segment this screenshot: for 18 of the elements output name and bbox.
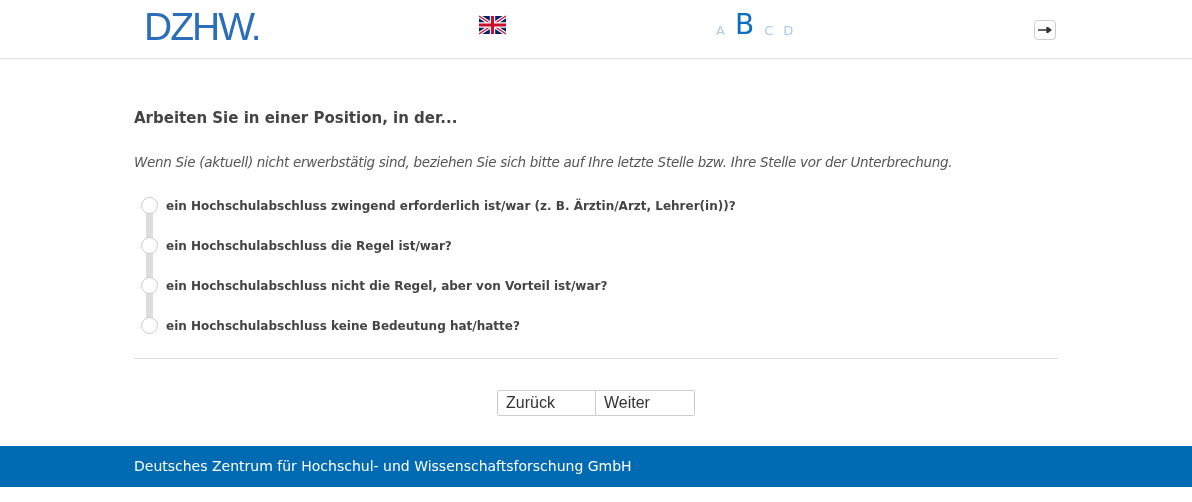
instruction-text: Wenn Sie (aktuell) nicht erwerbstätig sind, beziehen Sie sich bitte auf Ihre letzte Stelle bzw. Ihre Stelle vor der Unterbrechung. <box>134 152 954 172</box>
radio-button[interactable] <box>141 197 158 215</box>
option-label: ein Hochschulabschluss die Regel ist/war? <box>166 237 452 255</box>
radio-button[interactable] <box>141 317 158 335</box>
arrow-icon <box>1038 27 1052 33</box>
next-button[interactable]: Weiter <box>596 389 695 416</box>
radio-button[interactable] <box>141 277 158 295</box>
option-label: ein Hochschulabschluss zwingend erforderlich ist/war (z. B. Ärztin/Arzt, Lehrer(in))? <box>166 197 736 215</box>
exit-button[interactable] <box>1034 20 1056 40</box>
option-label: ein Hochschulabschluss nicht die Regel, aber von Vorteil ist/war? <box>166 277 608 295</box>
footer-text: Deutsches Zentrum für Hochschul- und Wissenschaftsforschung GmbH <box>0 445 1192 487</box>
flag-icon[interactable] <box>479 15 506 35</box>
radio-button[interactable] <box>141 237 158 255</box>
back-button[interactable]: Zurück <box>497 389 596 416</box>
version-tab[interactable]: B <box>734 10 755 40</box>
option-label: ein Hochschulabschluss keine Bedeutung hat/hatte? <box>166 317 520 335</box>
question-title: Arbeiten Sie in einer Position, in der... <box>134 108 459 129</box>
logo: DZHW. <box>144 5 260 49</box>
